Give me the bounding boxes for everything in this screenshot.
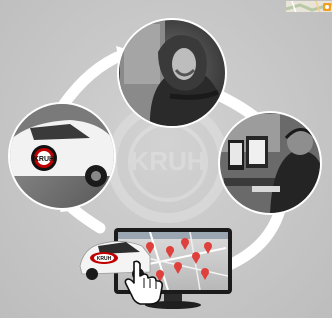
car-door-logo-text: KRUH [34, 156, 54, 163]
workflow-illustration: KRUH KRUH KRUH [0, 0, 332, 318]
watermark-text: KRUH [130, 146, 205, 176]
photo-car: KRUH [8, 102, 116, 210]
photo-dispatcher [218, 111, 322, 215]
car-roof-logo-text: KRUH [97, 256, 112, 262]
arrow-left-to-top [58, 49, 128, 110]
